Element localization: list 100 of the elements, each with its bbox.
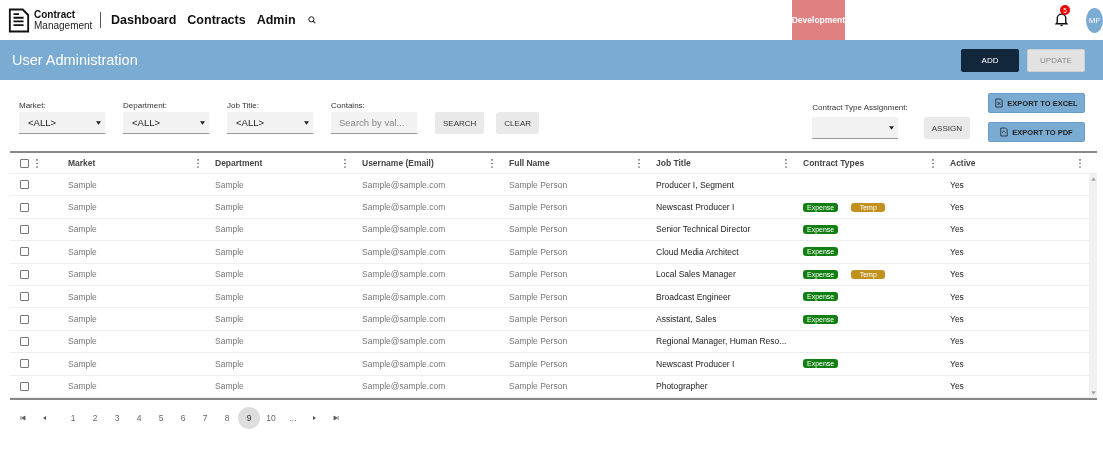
search-icon[interactable] <box>307 14 316 26</box>
table-cell: Sample <box>215 381 244 392</box>
table-cell: Sample <box>215 179 244 190</box>
table-cell: Local Sales Manager <box>656 269 736 280</box>
table-cell: Sample <box>68 202 97 213</box>
logo-subtitle: Management <box>34 20 93 31</box>
last-page-icon[interactable] <box>333 414 339 421</box>
table-cell: Sample Person <box>509 246 568 257</box>
table-cell: Sample Person <box>509 314 568 325</box>
next-page-icon[interactable] <box>312 414 318 421</box>
first-page-icon[interactable] <box>20 414 26 421</box>
nav-link[interactable]: Admin <box>256 13 296 27</box>
page-number[interactable]: ... <box>282 406 304 429</box>
caret-icon <box>304 120 309 125</box>
row-checkbox[interactable] <box>20 381 29 391</box>
search-field[interactable]: Search by val... <box>331 112 417 134</box>
row-checkbox[interactable] <box>20 336 29 346</box>
table-cell: Sample <box>68 246 97 257</box>
row-checkbox[interactable] <box>20 180 29 190</box>
page-number[interactable]: 9 <box>238 406 260 429</box>
nav-link[interactable]: Contracts <box>187 13 246 27</box>
filter-button[interactable]: SEARCH <box>435 112 485 134</box>
table-cell: Sample@sample.com <box>362 224 446 235</box>
page-number[interactable]: 8 <box>216 406 238 429</box>
action-button[interactable]: ADD <box>961 48 1019 72</box>
table-cell: Sample <box>215 336 244 347</box>
table-cell: Producer I, Segment <box>656 179 734 190</box>
filter-dropdown[interactable]: <ALL> <box>19 112 105 134</box>
page-number[interactable]: 7 <box>194 406 216 429</box>
column-header: Active <box>950 158 976 168</box>
column-header: Department <box>215 158 263 168</box>
page-number[interactable]: 3 <box>106 406 128 429</box>
table-cell: Sample <box>68 291 97 302</box>
table-cell: Sample Person <box>509 291 568 302</box>
table-cell: Yes <box>950 358 964 369</box>
table-cell: Sample@sample.com <box>362 358 446 369</box>
filter-button[interactable]: CLEAR <box>496 112 540 134</box>
table-cell: Sample@sample.com <box>362 314 446 325</box>
page-number[interactable]: 2 <box>84 406 106 429</box>
table-cell: Assistant, Sales <box>656 314 717 325</box>
column-header: Job Title <box>656 158 691 168</box>
row-checkbox[interactable] <box>20 247 29 257</box>
table-cell: Sample <box>215 358 244 369</box>
page-number[interactable]: 10 <box>260 406 282 429</box>
previous-page-icon[interactable] <box>41 414 47 421</box>
table-cell: Sample <box>215 224 244 235</box>
table-cell: Sample Person <box>509 202 568 213</box>
table-cell: Regional Manager, Human Reso... <box>656 336 787 347</box>
column-header: Full Name <box>509 158 550 168</box>
table-cell: Sample <box>68 179 97 190</box>
filter-label: Department: <box>123 101 169 110</box>
contract-type-dropdown[interactable] <box>812 117 899 139</box>
table-cell: Sample Person <box>509 358 568 369</box>
table-cell: Cloud Media Architect <box>656 246 739 257</box>
table-cell: Sample Person <box>509 179 568 190</box>
filter-label: Contract Type Assignment: <box>812 103 908 112</box>
table-cell: Newscast Producer I <box>656 202 735 213</box>
table-cell: Yes <box>950 202 964 213</box>
row-checkbox[interactable] <box>20 359 29 369</box>
table-cell: Yes <box>950 291 964 302</box>
table-cell: Yes <box>950 269 964 280</box>
table-cell: Sample <box>68 358 97 369</box>
table-cell: Yes <box>950 336 964 347</box>
row-checkbox[interactable] <box>20 224 29 234</box>
nav-link[interactable]: Dashboard <box>111 13 177 27</box>
table-cell: Senior Technical Director <box>656 224 751 235</box>
row-checkbox[interactable] <box>20 314 29 324</box>
table-cell: Sample@sample.com <box>362 291 446 302</box>
row-checkbox[interactable] <box>20 202 29 212</box>
table-cell: Sample@sample.com <box>362 381 446 392</box>
table-cell: Sample <box>215 291 244 302</box>
select-all-checkbox[interactable] <box>20 158 29 168</box>
row-checkbox[interactable] <box>20 269 29 279</box>
table-cell: Sample Person <box>509 224 568 235</box>
bell-icon[interactable] <box>1055 12 1069 27</box>
column-header: Contract Types <box>803 158 865 168</box>
page-number[interactable]: 6 <box>172 406 194 429</box>
page-number[interactable]: 1 <box>62 406 84 429</box>
document-icon <box>1000 127 1009 137</box>
caret-icon <box>889 125 895 130</box>
table-cell: Photographer <box>656 381 708 392</box>
table-cell: Sample <box>68 269 97 280</box>
document-icon <box>8 7 30 33</box>
table-cell: Sample <box>68 336 97 347</box>
page-number[interactable]: 4 <box>128 406 150 429</box>
table-cell: Sample Person <box>509 269 568 280</box>
table-cell: Sample <box>68 224 97 235</box>
filter-dropdown[interactable]: <ALL> <box>123 112 209 134</box>
table-cell: Sample <box>68 381 97 392</box>
filter-dropdown[interactable]: <ALL> <box>227 112 313 134</box>
row-checkbox[interactable] <box>20 292 29 302</box>
column-header: Market <box>68 158 96 168</box>
column-header: Username (Email) <box>362 158 434 168</box>
assign-button[interactable]: ASSIGN <box>923 117 970 139</box>
table-cell: Sample <box>68 314 97 325</box>
filter-label: Market: <box>19 101 47 110</box>
page-number[interactable]: 5 <box>150 406 172 429</box>
table-cell: Newscast Producer I <box>656 358 735 369</box>
caret-icon <box>96 120 101 125</box>
table-cell: Sample <box>215 314 244 325</box>
